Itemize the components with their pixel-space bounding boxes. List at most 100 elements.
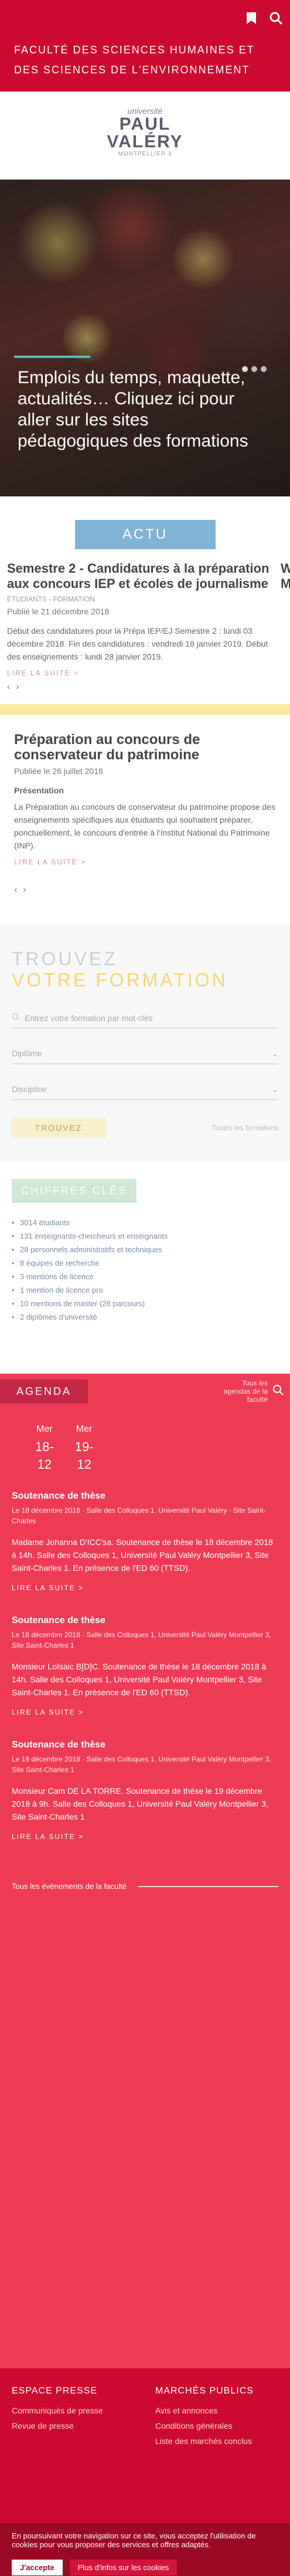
- slider-dot[interactable]: [251, 366, 257, 372]
- hero-caption[interactable]: Emplois du temps, maquette, actualités… …: [18, 367, 264, 452]
- read-more-link[interactable]: LIRE LA SUITE >: [12, 1833, 278, 1841]
- footer-heading: ESPACE PRESSE: [12, 2386, 98, 2396]
- read-more-link[interactable]: LIRE LA SUITE >: [12, 1708, 278, 1716]
- news-pager: ‹ ›: [14, 885, 276, 895]
- event-text: Monsieur Loïsaic B[D]C. Soutenance de th…: [12, 1662, 267, 1697]
- date-num: 18-: [35, 1439, 54, 1454]
- news-date: Publiée le 26 juillet 2018: [14, 766, 103, 776]
- footer-link[interactable]: Conditions générales: [155, 2421, 278, 2430]
- event-meta: Le 19 décembre 2018 · Salle des Colloque…: [12, 1755, 271, 1774]
- find-button[interactable]: TROUVEZ: [12, 1118, 105, 1138]
- discipline-select[interactable]: Discipline ⌄: [12, 1080, 278, 1100]
- list-item: 10 mentions de master (28 parcours): [12, 1299, 278, 1308]
- actu-button[interactable]: ACTU: [74, 520, 216, 549]
- footer-col-markets: MARCHÉS PUBLICS Avis et annonces Conditi…: [155, 2386, 278, 2452]
- agenda-button[interactable]: AGENDA: [0, 1379, 88, 1404]
- formation-search-input[interactable]: Entrez votre formation par mot-clés: [12, 1008, 278, 1029]
- event-title[interactable]: Soutenance de thèse: [12, 1615, 278, 1626]
- slider-dot[interactable]: [242, 366, 248, 372]
- find-formation: TROUVEZ VOTRE FORMATION Entrez votre for…: [0, 925, 290, 1161]
- all-formations-link[interactable]: Toutes les formations: [212, 1124, 278, 1132]
- prev-icon[interactable]: ‹: [7, 682, 10, 692]
- list-item: 1 mention de licence pro: [12, 1286, 278, 1294]
- agenda-section: AGENDA Tous les agendas de la faculté Me…: [0, 1374, 290, 2368]
- find-title-2: VOTRE FORMATION: [12, 969, 228, 990]
- accept-cookies-button[interactable]: J'accepte: [12, 2560, 63, 2575]
- discipline-select-value: Discipline: [12, 1084, 47, 1094]
- next-icon[interactable]: ›: [23, 885, 26, 895]
- news-meta: ÉTUDIANTS - FORMATION: [7, 595, 95, 603]
- footer-link[interactable]: Communiqués de presse: [12, 2406, 103, 2415]
- read-more-link[interactable]: LIRE LA SUITE >: [7, 669, 79, 677]
- news-title[interactable]: Préparation au concours de conservateur …: [14, 732, 276, 763]
- events-list: Soutenance de thèse Le 18 décembre 2018 …: [0, 1473, 290, 1841]
- bookmark-icon[interactable]: [243, 10, 260, 26]
- all-agendas-link[interactable]: Tous les agendas de la faculté: [215, 1379, 268, 1404]
- event-item: Soutenance de thèse Le 18 décembre 2018 …: [12, 1615, 278, 1716]
- cookie-actions: J'accepte Plus d'infos sur les cookies: [12, 2560, 278, 2575]
- agenda-side: Tous les agendas de la faculté: [215, 1379, 284, 1404]
- date-num: 19-: [74, 1439, 94, 1454]
- footer-link[interactable]: Liste des marchés conclus: [155, 2436, 278, 2446]
- date-column[interactable]: Mer 19- 12: [75, 1421, 94, 1473]
- list-item: 8 équipes de recherche: [12, 1259, 278, 1267]
- footer-col-press: ESPACE PRESSE Communiqués de presse Revu…: [12, 2386, 103, 2452]
- logo-name: PAUL VALÉRY: [107, 114, 183, 151]
- cookie-info-button[interactable]: Plus d'infos sur les cookies: [69, 2560, 178, 2575]
- diploma-select[interactable]: Diplôme ⌄: [12, 1044, 278, 1064]
- news-date: Publié le 21 décembre 2018: [7, 607, 110, 616]
- news-subtitle: Présentation: [14, 786, 64, 795]
- event-item: Soutenance de thèse Le 18 décembre 2018 …: [12, 1491, 278, 1592]
- prev-icon[interactable]: ‹: [14, 885, 17, 895]
- event-title[interactable]: Soutenance de thèse: [12, 1740, 278, 1750]
- next-icon[interactable]: ›: [16, 682, 19, 692]
- news-title[interactable]: Semestre 2 - Candidatures à la préparati…: [7, 561, 283, 591]
- read-more-link[interactable]: LIRE LA SUITE >: [12, 1584, 278, 1592]
- news-text: Début des candidatures pour la Prépa IEP…: [7, 626, 268, 661]
- cookie-banner: En poursuivant votre navigation sur ce s…: [0, 2523, 290, 2576]
- footer-link[interactable]: Avis et annonces: [155, 2406, 278, 2415]
- find-title-1: TROUVEZ: [12, 948, 118, 969]
- faculty-title: FACULTÉ DES SCIENCES HUMAINES ET DES SCI…: [0, 36, 290, 92]
- news-card-highlight: Préparation au concours de conservateur …: [0, 704, 290, 913]
- diploma-select-value: Diplôme: [12, 1049, 42, 1058]
- list-item: 131 enseignants-chercheurs et enseignant…: [12, 1232, 278, 1240]
- list-item: 28 personnels administratifs et techniqu…: [12, 1245, 278, 1254]
- find-actions: TROUVEZ Toutes les formations: [12, 1118, 278, 1138]
- agenda-dates: Mer 18- 12 Mer 19- 12: [0, 1409, 290, 1473]
- event-meta: Le 18 décembre 2018 · Salle des Colloque…: [12, 1506, 266, 1525]
- logo-zone: université PAUL VALÉRY MONTPELLIER 3: [0, 92, 290, 180]
- date-column[interactable]: Mer 18- 12: [35, 1421, 54, 1473]
- divider: [138, 1885, 278, 1887]
- university-logo[interactable]: université PAUL VALÉRY MONTPELLIER 3: [95, 106, 195, 165]
- key-figures-button[interactable]: CHIFFRES CLÉS: [12, 1179, 137, 1203]
- search-placeholder: Entrez votre formation par mot-clés: [25, 1013, 153, 1023]
- date-day: Mer: [36, 1424, 53, 1434]
- search-icon[interactable]: [272, 1384, 284, 1399]
- logo-sub: MONTPELLIER 3: [118, 151, 172, 157]
- footer-link[interactable]: Revue de presse: [12, 2421, 103, 2430]
- hero-slider[interactable]: Emplois du temps, maquette, actualités… …: [0, 180, 290, 496]
- find-title: TROUVEZ VOTRE FORMATION: [12, 948, 278, 990]
- event-title[interactable]: Soutenance de thèse: [12, 1491, 278, 1502]
- date-day: Mer: [76, 1424, 93, 1434]
- all-events-link[interactable]: Tous les événements de la faculté: [12, 1882, 127, 1891]
- chevron-down-icon: ⌄: [271, 1084, 278, 1094]
- top-bar: [0, 0, 290, 36]
- caption-accent: [14, 356, 90, 358]
- slider-dot[interactable]: [261, 366, 267, 372]
- event-meta: Le 18 décembre 2018 · Salle des Colloque…: [12, 1631, 271, 1649]
- footer-row: ESPACE PRESSE Communiqués de presse Revu…: [12, 2386, 278, 2452]
- slider-dots: [242, 366, 267, 372]
- chevron-down-icon: ⌄: [271, 1049, 278, 1058]
- date-num: 12: [37, 1457, 52, 1472]
- list-item: 3 mentions de licence: [12, 1272, 278, 1281]
- key-figures: CHIFFRES CLÉS 3014 étudiants 131 enseign…: [0, 1161, 290, 1344]
- next-news-peek: W M: [281, 561, 290, 591]
- event-text: Monsieur Cam DE LA TORRE. Soutenance de …: [12, 1786, 268, 1821]
- list-item: 3014 étudiants: [12, 1218, 278, 1227]
- read-more-link[interactable]: LIRE LA SUITE >: [14, 858, 86, 866]
- search-icon[interactable]: [268, 10, 284, 26]
- news-item: Semestre 2 - Candidatures à la préparati…: [7, 561, 283, 692]
- search-icon: [12, 1013, 20, 1023]
